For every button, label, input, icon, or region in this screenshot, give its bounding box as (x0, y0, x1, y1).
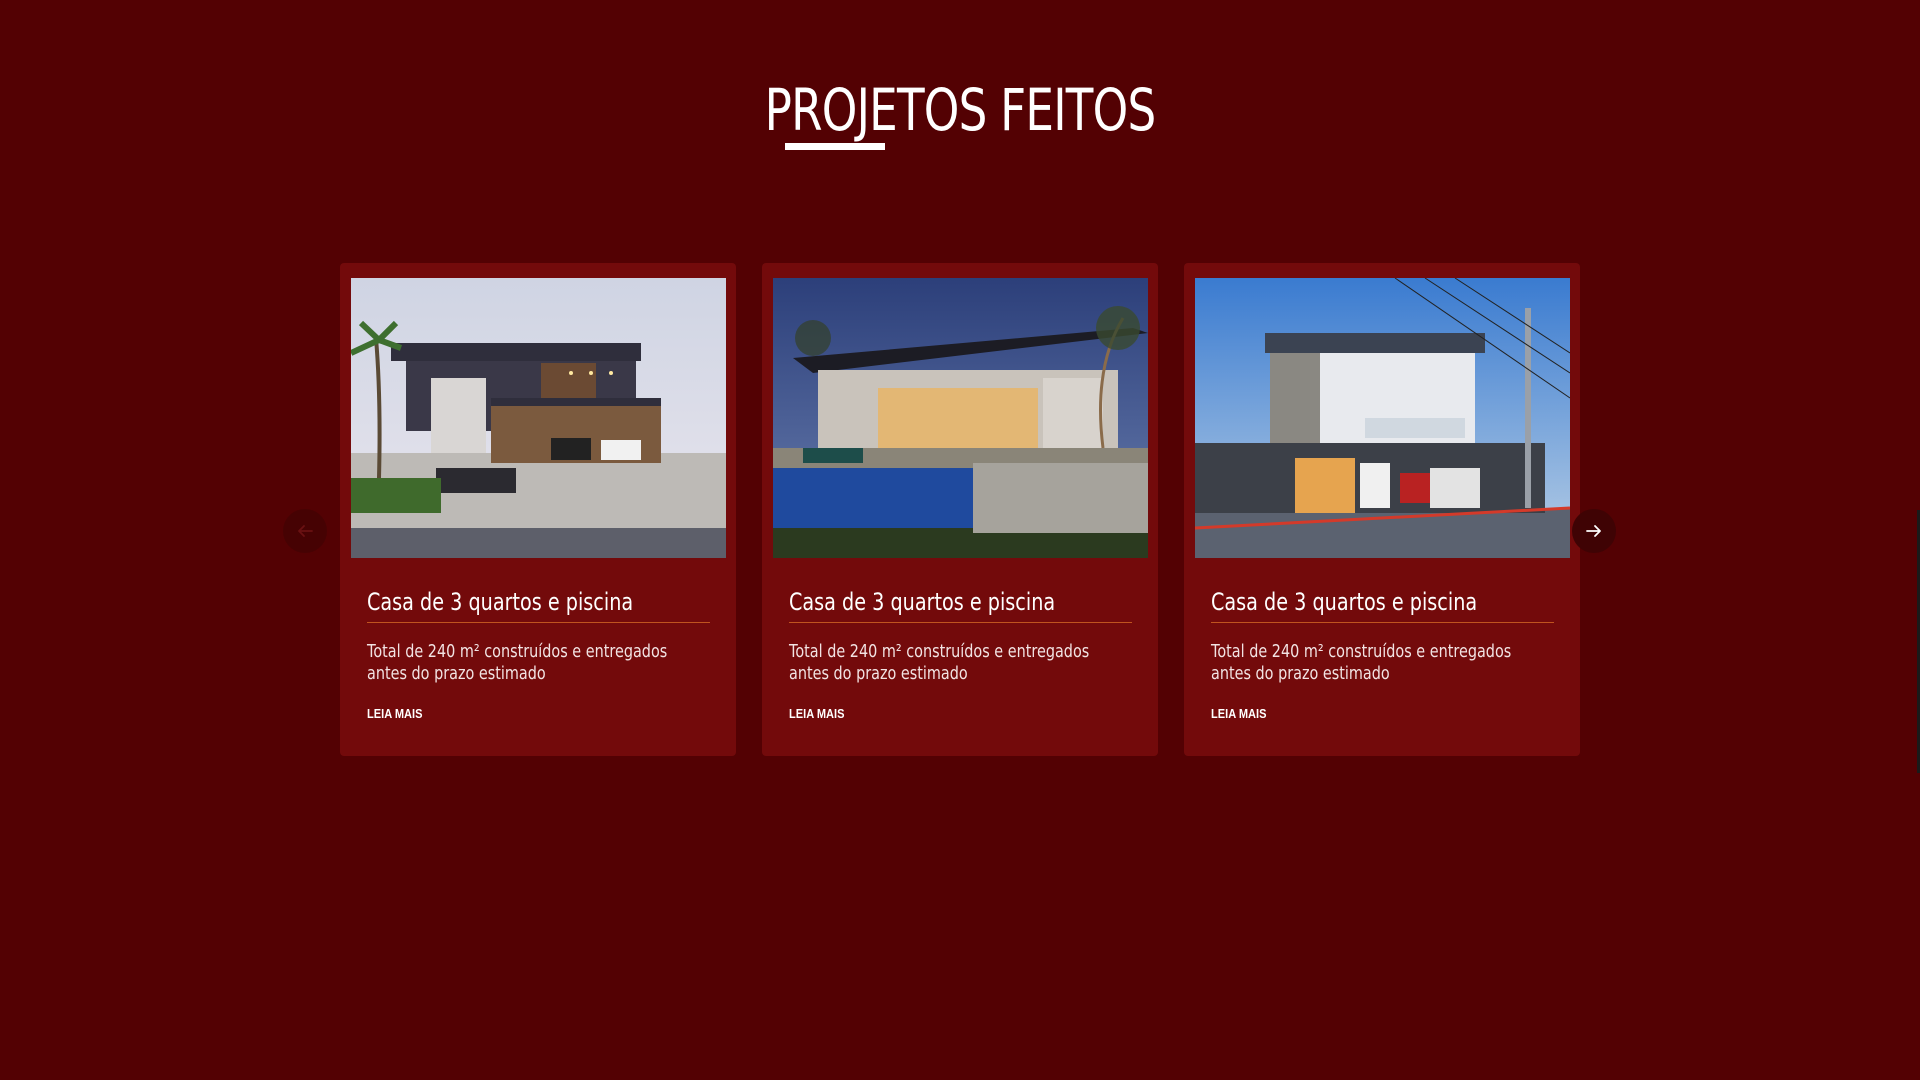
carousel-prev-button[interactable] (283, 509, 327, 553)
read-more-link[interactable]: LEIA MAIS (1211, 706, 1266, 721)
project-card: Casa de 3 quartos e piscina Total de 240… (340, 263, 736, 756)
title-underline (785, 143, 885, 150)
project-title: Casa de 3 quartos e piscina (1211, 588, 1554, 623)
arrow-left-icon (298, 525, 313, 537)
project-image[interactable] (351, 278, 726, 558)
project-card: Casa de 3 quartos e piscina Total de 240… (1184, 263, 1580, 756)
section-title: PROJETOS FEITOS (764, 76, 1157, 144)
read-more-link[interactable]: LEIA MAIS (367, 706, 422, 721)
projects-carousel: Casa de 3 quartos e piscina Total de 240… (340, 263, 1580, 756)
project-image[interactable] (773, 278, 1148, 558)
page: PROJETOS FEITOS Casa de 3 quartos e pisc… (0, 0, 1920, 1080)
project-image[interactable] (1195, 278, 1570, 558)
carousel-next-button[interactable] (1572, 509, 1616, 553)
project-description: Total de 240 m² construídos e entregados… (789, 641, 1090, 684)
project-description: Total de 240 m² construídos e entregados… (1211, 641, 1512, 684)
project-title: Casa de 3 quartos e piscina (367, 588, 710, 623)
arrow-right-icon (1586, 525, 1601, 537)
project-title: Casa de 3 quartos e piscina (789, 588, 1132, 623)
page-scrollbar[interactable] (1914, 0, 1920, 1080)
project-card: Casa de 3 quartos e piscina Total de 240… (762, 263, 1158, 756)
read-more-link[interactable]: LEIA MAIS (789, 706, 844, 721)
project-description: Total de 240 m² construídos e entregados… (367, 641, 668, 684)
